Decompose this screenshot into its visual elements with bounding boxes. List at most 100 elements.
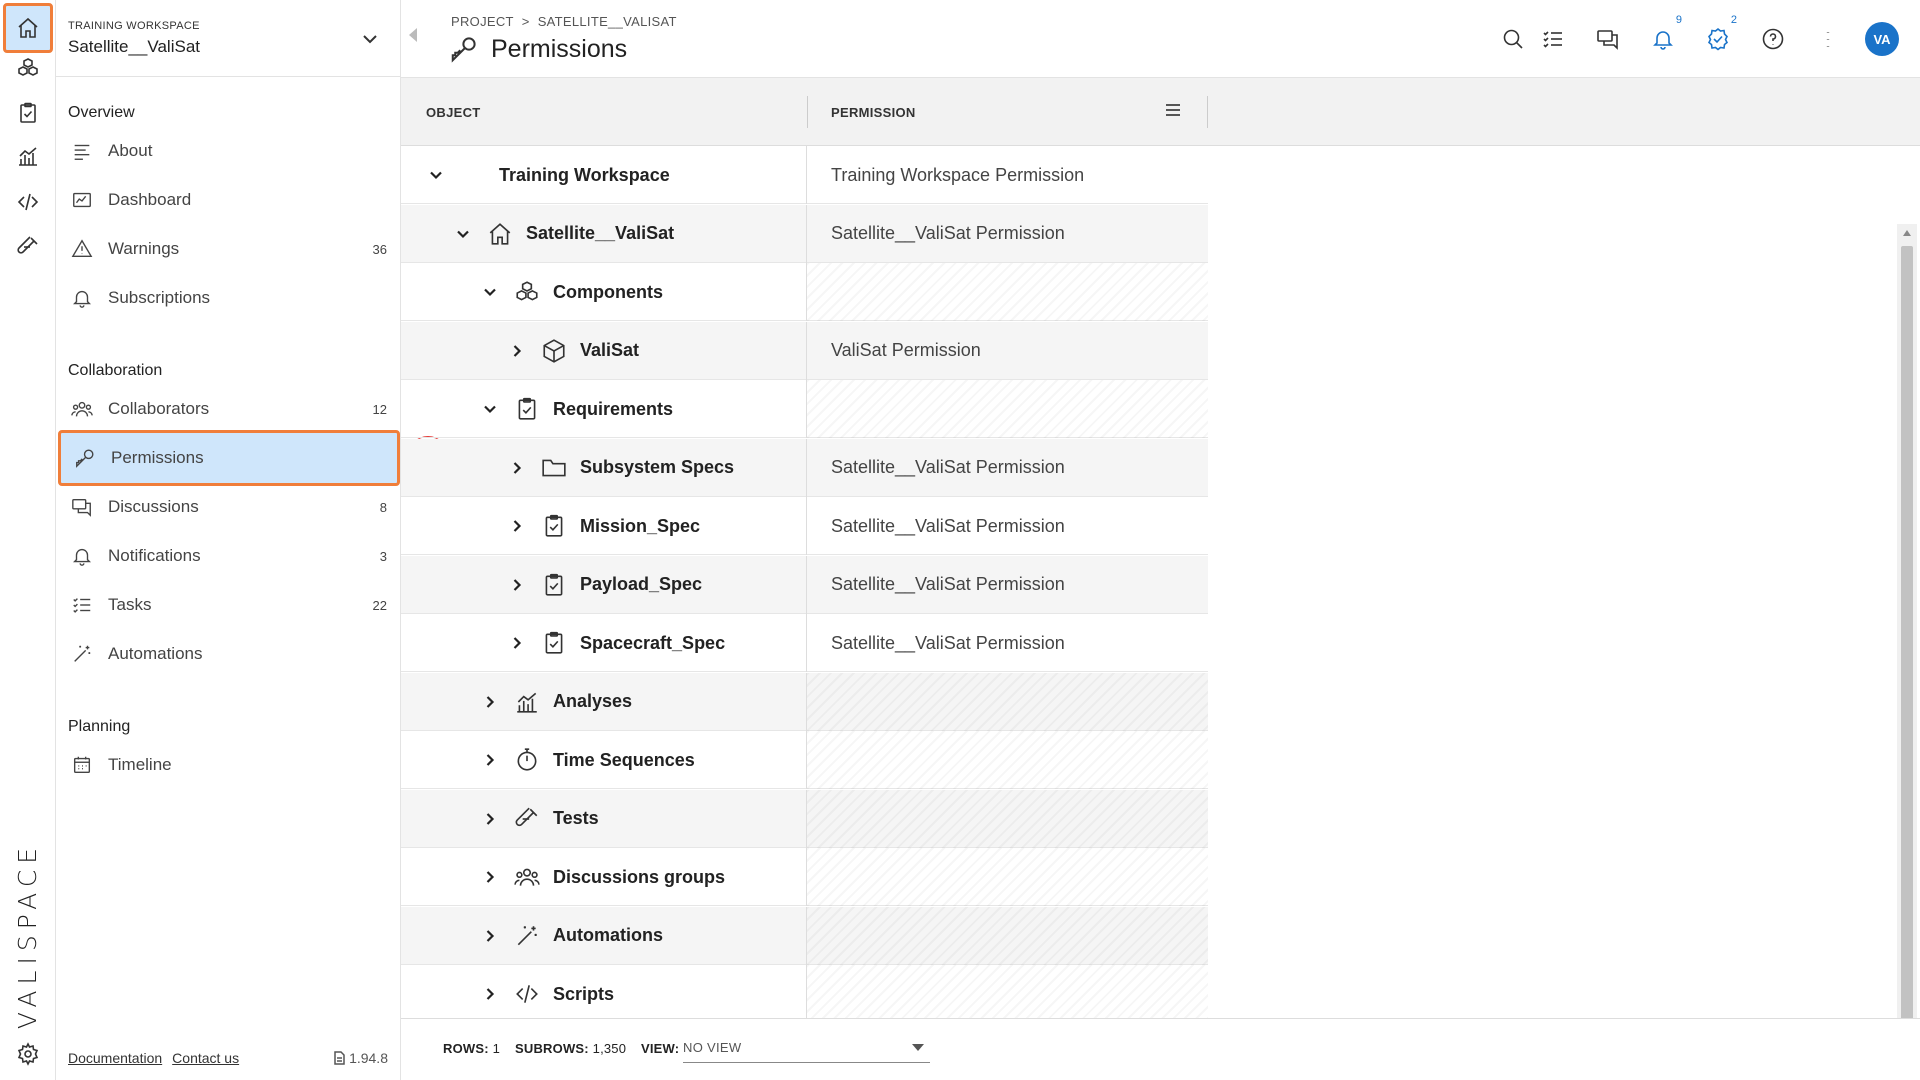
contact-link[interactable]: Contact us — [172, 1050, 239, 1066]
home-rail-button[interactable] — [3, 3, 53, 53]
user-avatar[interactable]: VA — [1865, 22, 1899, 56]
collapse-sidebar-button[interactable] — [409, 28, 417, 42]
permission-cell[interactable] — [807, 263, 1208, 321]
chevron-right-icon[interactable] — [481, 693, 499, 711]
chevron-right-icon[interactable] — [481, 985, 499, 1003]
permission-cell[interactable]: Satellite__ValiSat Permission — [807, 497, 1208, 555]
permission-cell[interactable]: Training Workspace Permission — [807, 146, 1208, 204]
object-cell[interactable]: Payload_Spec — [401, 555, 807, 614]
table-row[interactable]: ValiSat ValiSat Permission — [401, 321, 1208, 380]
permission-cell[interactable] — [807, 965, 1208, 1023]
chevron-right-icon[interactable] — [508, 342, 526, 360]
breadcrumb-project[interactable]: PROJECT — [451, 14, 514, 29]
chevron-right-icon[interactable] — [508, 634, 526, 652]
discussions-button[interactable] — [1591, 22, 1625, 56]
help-button[interactable] — [1756, 22, 1790, 56]
chevron-right-icon[interactable] — [481, 751, 499, 769]
permission-cell[interactable]: Satellite__ValiSat Permission — [807, 205, 1208, 263]
chevron-right-icon[interactable] — [481, 810, 499, 828]
documentation-link[interactable]: Documentation — [68, 1050, 162, 1066]
more-menu-button[interactable] — [1811, 22, 1845, 56]
requirements-rail-button[interactable] — [8, 93, 48, 133]
table-row[interactable]: Payload_Spec Satellite__ValiSat Permissio… — [401, 555, 1208, 614]
chevron-right-icon[interactable] — [508, 517, 526, 535]
object-cell[interactable]: Mission_Spec — [401, 497, 807, 555]
chevron-down-icon[interactable] — [481, 283, 499, 301]
table-row[interactable]: Requirements — [401, 380, 1208, 438]
object-cell[interactable]: Subsystem Specs — [401, 438, 807, 497]
object-cell[interactable]: Satellite__ValiSat — [401, 204, 807, 263]
permission-cell[interactable] — [807, 906, 1208, 965]
object-cell[interactable]: Discussions groups — [401, 848, 807, 906]
sidebar-item-dashboard[interactable]: Dashboard — [58, 177, 399, 223]
breadcrumb-current[interactable]: SATELLITE__VALISAT — [538, 14, 677, 29]
table-row[interactable]: Training Workspace Training Workspace Per… — [401, 146, 1208, 204]
object-cell[interactable]: Training Workspace — [401, 146, 807, 204]
tests-rail-button[interactable] — [8, 227, 48, 267]
scrollbar-thumb[interactable] — [1901, 246, 1913, 1072]
chevron-down-icon[interactable] — [427, 166, 445, 184]
sidebar-item-about[interactable]: About — [58, 128, 399, 174]
sidebar-item-permissions[interactable]: Permissions — [58, 430, 400, 486]
table-row[interactable]: Automations — [401, 906, 1208, 965]
chevron-right-icon[interactable] — [481, 868, 499, 886]
sidebar-item-discussions[interactable]: Discussions 8 — [58, 484, 399, 530]
notifications-button[interactable]: 9 — [1646, 14, 1682, 56]
permission-cell[interactable]: Satellite__ValiSat Permission — [807, 614, 1208, 672]
settings-button[interactable] — [8, 1034, 48, 1074]
sidebar-item-timeline[interactable]: Timeline — [58, 742, 399, 788]
tasks-button[interactable] — [1536, 22, 1570, 56]
table-row[interactable]: Components — [401, 263, 1208, 321]
permission-cell[interactable] — [807, 731, 1208, 789]
object-cell[interactable]: Tests — [401, 789, 807, 848]
sidebar-item-subscriptions[interactable]: Subscriptions — [58, 275, 399, 321]
permission-cell[interactable] — [807, 380, 1208, 438]
object-cell[interactable]: ValiSat — [401, 321, 807, 380]
permission-cell[interactable]: ValiSat Permission — [807, 322, 1208, 380]
chevron-right-icon[interactable] — [481, 927, 499, 945]
object-cell[interactable]: Analyses — [401, 672, 807, 731]
workspace-selector[interactable]: TRAINING WORKSPACE Satellite__ValiSat — [56, 0, 401, 77]
chevron-right-icon[interactable] — [508, 459, 526, 477]
object-cell[interactable]: Spacecraft_Spec — [401, 614, 807, 672]
sidebar-item-notifications[interactable]: Notifications 3 — [58, 533, 399, 579]
column-menu-icon[interactable] — [1163, 100, 1187, 124]
table-row[interactable]: Discussions groups — [401, 848, 1208, 906]
column-separator[interactable] — [1207, 96, 1208, 128]
table-row[interactable]: Mission_Spec Satellite__ValiSat Permissio… — [401, 497, 1208, 555]
sidebar-item-automations[interactable]: Automations — [58, 631, 399, 677]
object-cell[interactable]: Automations — [401, 906, 807, 965]
chevron-down-icon[interactable] — [454, 225, 472, 243]
components-rail-button[interactable] — [8, 48, 48, 88]
vertical-scrollbar[interactable] — [1897, 224, 1917, 1080]
table-row[interactable]: Analyses — [401, 672, 1208, 731]
permission-cell[interactable]: Satellite__ValiSat Permission — [807, 556, 1208, 614]
table-row[interactable]: Subsystem Specs Satellite__ValiSat Permis… — [401, 438, 1208, 497]
chevron-down-icon[interactable] — [361, 30, 379, 48]
scripts-rail-button[interactable] — [8, 182, 48, 222]
sidebar-item-collaborators[interactable]: Collaborators 12 — [58, 386, 399, 432]
table-row[interactable]: Scripts — [401, 965, 1208, 1023]
my-tasks-button[interactable]: 2 — [1701, 14, 1737, 56]
view-select[interactable]: NO VIEW — [683, 1033, 930, 1063]
column-separator[interactable] — [807, 96, 808, 128]
analyses-rail-button[interactable] — [8, 137, 48, 177]
scroll-up-arrow[interactable] — [1903, 230, 1911, 236]
table-row[interactable]: Satellite__ValiSat Satellite__ValiSat Per… — [401, 204, 1208, 263]
table-row[interactable]: Spacecraft_Spec Satellite__ValiSat Permis… — [401, 614, 1208, 672]
chevron-down-icon[interactable] — [481, 400, 499, 418]
object-cell[interactable]: Time Sequences — [401, 731, 807, 789]
table-row[interactable]: Tests — [401, 789, 1208, 848]
permission-cell[interactable] — [807, 848, 1208, 906]
column-header-object[interactable]: OBJECT — [426, 78, 481, 146]
sidebar-item-tasks[interactable]: Tasks 22 — [58, 582, 399, 628]
column-header-permission[interactable]: PERMISSION — [831, 78, 916, 146]
permission-cell[interactable] — [807, 672, 1208, 731]
permission-cell[interactable] — [807, 789, 1208, 848]
chevron-right-icon[interactable] — [508, 576, 526, 594]
search-button[interactable] — [1496, 22, 1530, 56]
object-cell[interactable]: Scripts — [401, 965, 807, 1023]
permission-cell[interactable]: Satellite__ValiSat Permission — [807, 439, 1208, 497]
sidebar-item-warnings[interactable]: Warnings 36 — [58, 226, 399, 272]
table-row[interactable]: Time Sequences — [401, 731, 1208, 789]
